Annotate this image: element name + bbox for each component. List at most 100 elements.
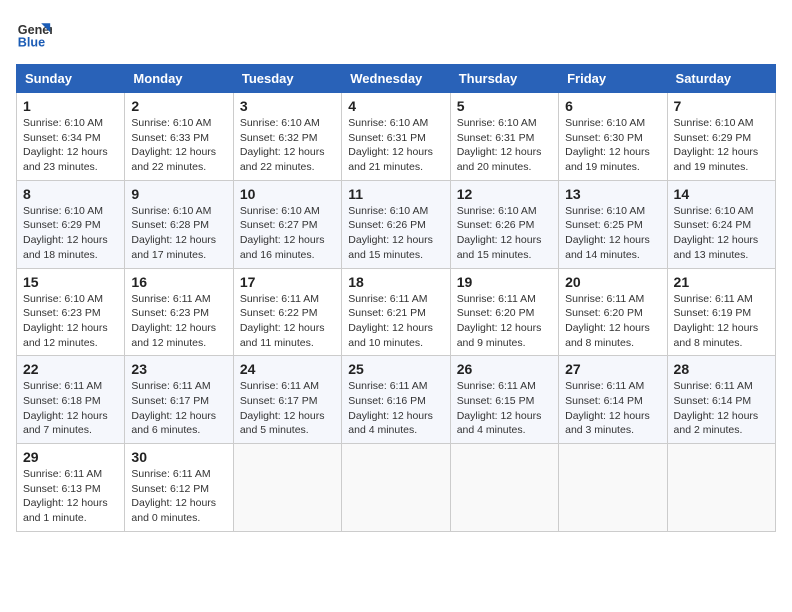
day-number: 24 xyxy=(240,361,335,377)
daylight-label: Daylight: 12 hours and 8 minutes. xyxy=(674,322,759,349)
calendar-cell: 3 Sunrise: 6:10 AM Sunset: 6:32 PM Dayli… xyxy=(233,93,341,181)
daylight-label: Daylight: 12 hours and 18 minutes. xyxy=(23,234,108,261)
sunrise-label: Sunrise: 6:11 AM xyxy=(674,293,753,305)
calendar-cell: 1 Sunrise: 6:10 AM Sunset: 6:34 PM Dayli… xyxy=(17,93,125,181)
sunset-label: Sunset: 6:33 PM xyxy=(131,132,209,144)
sunrise-label: Sunrise: 6:10 AM xyxy=(23,117,103,129)
calendar-cell: 28 Sunrise: 6:11 AM Sunset: 6:14 PM Dayl… xyxy=(667,356,775,444)
calendar-week-row: 22 Sunrise: 6:11 AM Sunset: 6:18 PM Dayl… xyxy=(17,356,776,444)
day-number: 5 xyxy=(457,98,552,114)
day-info: Sunrise: 6:11 AM Sunset: 6:14 PM Dayligh… xyxy=(565,379,660,438)
day-info: Sunrise: 6:11 AM Sunset: 6:12 PM Dayligh… xyxy=(131,467,226,526)
day-info: Sunrise: 6:11 AM Sunset: 6:15 PM Dayligh… xyxy=(457,379,552,438)
calendar-cell: 18 Sunrise: 6:11 AM Sunset: 6:21 PM Dayl… xyxy=(342,268,450,356)
day-number: 18 xyxy=(348,274,443,290)
day-number: 22 xyxy=(23,361,118,377)
calendar-cell xyxy=(559,444,667,532)
sunrise-label: Sunrise: 6:11 AM xyxy=(131,380,210,392)
calendar-table: SundayMondayTuesdayWednesdayThursdayFrid… xyxy=(16,64,776,532)
daylight-label: Daylight: 12 hours and 19 minutes. xyxy=(674,146,759,173)
daylight-label: Daylight: 12 hours and 2 minutes. xyxy=(674,410,759,437)
calendar-cell: 4 Sunrise: 6:10 AM Sunset: 6:31 PM Dayli… xyxy=(342,93,450,181)
sunset-label: Sunset: 6:14 PM xyxy=(565,395,643,407)
sunset-label: Sunset: 6:19 PM xyxy=(674,307,752,319)
day-number: 17 xyxy=(240,274,335,290)
sunrise-label: Sunrise: 6:10 AM xyxy=(240,205,320,217)
day-info: Sunrise: 6:10 AM Sunset: 6:29 PM Dayligh… xyxy=(23,204,118,263)
day-info: Sunrise: 6:10 AM Sunset: 6:33 PM Dayligh… xyxy=(131,116,226,175)
sunrise-label: Sunrise: 6:10 AM xyxy=(131,117,211,129)
day-number: 9 xyxy=(131,186,226,202)
sunset-label: Sunset: 6:22 PM xyxy=(240,307,318,319)
daylight-label: Daylight: 12 hours and 16 minutes. xyxy=(240,234,325,261)
sunset-label: Sunset: 6:31 PM xyxy=(348,132,426,144)
daylight-label: Daylight: 12 hours and 13 minutes. xyxy=(674,234,759,261)
weekday-header: Sunday xyxy=(17,65,125,93)
sunset-label: Sunset: 6:20 PM xyxy=(565,307,643,319)
day-info: Sunrise: 6:11 AM Sunset: 6:21 PM Dayligh… xyxy=(348,292,443,351)
daylight-label: Daylight: 12 hours and 19 minutes. xyxy=(565,146,650,173)
day-info: Sunrise: 6:10 AM Sunset: 6:27 PM Dayligh… xyxy=(240,204,335,263)
sunset-label: Sunset: 6:32 PM xyxy=(240,132,318,144)
sunrise-label: Sunrise: 6:10 AM xyxy=(240,117,320,129)
sunrise-label: Sunrise: 6:11 AM xyxy=(131,293,210,305)
day-number: 3 xyxy=(240,98,335,114)
calendar-cell: 27 Sunrise: 6:11 AM Sunset: 6:14 PM Dayl… xyxy=(559,356,667,444)
sunset-label: Sunset: 6:14 PM xyxy=(674,395,752,407)
sunset-label: Sunset: 6:29 PM xyxy=(674,132,752,144)
calendar-cell: 23 Sunrise: 6:11 AM Sunset: 6:17 PM Dayl… xyxy=(125,356,233,444)
calendar-cell: 21 Sunrise: 6:11 AM Sunset: 6:19 PM Dayl… xyxy=(667,268,775,356)
daylight-label: Daylight: 12 hours and 12 minutes. xyxy=(23,322,108,349)
day-info: Sunrise: 6:11 AM Sunset: 6:19 PM Dayligh… xyxy=(674,292,769,351)
sunrise-label: Sunrise: 6:11 AM xyxy=(23,468,102,480)
daylight-label: Daylight: 12 hours and 23 minutes. xyxy=(23,146,108,173)
sunrise-label: Sunrise: 6:11 AM xyxy=(348,293,427,305)
daylight-label: Daylight: 12 hours and 11 minutes. xyxy=(240,322,325,349)
calendar-cell: 15 Sunrise: 6:10 AM Sunset: 6:23 PM Dayl… xyxy=(17,268,125,356)
sunrise-label: Sunrise: 6:10 AM xyxy=(23,293,103,305)
daylight-label: Daylight: 12 hours and 17 minutes. xyxy=(131,234,216,261)
logo-icon: General Blue xyxy=(16,16,52,52)
sunset-label: Sunset: 6:26 PM xyxy=(457,219,535,231)
daylight-label: Daylight: 12 hours and 4 minutes. xyxy=(348,410,433,437)
day-number: 25 xyxy=(348,361,443,377)
calendar-week-row: 8 Sunrise: 6:10 AM Sunset: 6:29 PM Dayli… xyxy=(17,180,776,268)
day-info: Sunrise: 6:10 AM Sunset: 6:32 PM Dayligh… xyxy=(240,116,335,175)
day-info: Sunrise: 6:10 AM Sunset: 6:24 PM Dayligh… xyxy=(674,204,769,263)
calendar-cell: 10 Sunrise: 6:10 AM Sunset: 6:27 PM Dayl… xyxy=(233,180,341,268)
calendar-cell: 26 Sunrise: 6:11 AM Sunset: 6:15 PM Dayl… xyxy=(450,356,558,444)
sunset-label: Sunset: 6:12 PM xyxy=(131,483,209,495)
day-number: 28 xyxy=(674,361,769,377)
day-number: 23 xyxy=(131,361,226,377)
calendar-cell: 14 Sunrise: 6:10 AM Sunset: 6:24 PM Dayl… xyxy=(667,180,775,268)
day-info: Sunrise: 6:10 AM Sunset: 6:25 PM Dayligh… xyxy=(565,204,660,263)
day-number: 30 xyxy=(131,449,226,465)
day-number: 14 xyxy=(674,186,769,202)
daylight-label: Daylight: 12 hours and 12 minutes. xyxy=(131,322,216,349)
calendar-cell: 20 Sunrise: 6:11 AM Sunset: 6:20 PM Dayl… xyxy=(559,268,667,356)
sunset-label: Sunset: 6:15 PM xyxy=(457,395,535,407)
sunset-label: Sunset: 6:17 PM xyxy=(131,395,209,407)
day-info: Sunrise: 6:10 AM Sunset: 6:31 PM Dayligh… xyxy=(348,116,443,175)
calendar-week-row: 1 Sunrise: 6:10 AM Sunset: 6:34 PM Dayli… xyxy=(17,93,776,181)
weekday-header: Friday xyxy=(559,65,667,93)
day-number: 21 xyxy=(674,274,769,290)
sunset-label: Sunset: 6:23 PM xyxy=(23,307,101,319)
sunset-label: Sunset: 6:25 PM xyxy=(565,219,643,231)
svg-text:Blue: Blue xyxy=(18,36,45,50)
sunrise-label: Sunrise: 6:11 AM xyxy=(565,380,644,392)
calendar-cell: 19 Sunrise: 6:11 AM Sunset: 6:20 PM Dayl… xyxy=(450,268,558,356)
day-info: Sunrise: 6:10 AM Sunset: 6:28 PM Dayligh… xyxy=(131,204,226,263)
sunrise-label: Sunrise: 6:10 AM xyxy=(565,117,645,129)
sunrise-label: Sunrise: 6:11 AM xyxy=(131,468,210,480)
calendar-cell: 5 Sunrise: 6:10 AM Sunset: 6:31 PM Dayli… xyxy=(450,93,558,181)
day-number: 15 xyxy=(23,274,118,290)
calendar-cell: 16 Sunrise: 6:11 AM Sunset: 6:23 PM Dayl… xyxy=(125,268,233,356)
daylight-label: Daylight: 12 hours and 4 minutes. xyxy=(457,410,542,437)
sunrise-label: Sunrise: 6:10 AM xyxy=(131,205,211,217)
weekday-header: Saturday xyxy=(667,65,775,93)
sunset-label: Sunset: 6:16 PM xyxy=(348,395,426,407)
calendar-cell: 7 Sunrise: 6:10 AM Sunset: 6:29 PM Dayli… xyxy=(667,93,775,181)
calendar-cell: 9 Sunrise: 6:10 AM Sunset: 6:28 PM Dayli… xyxy=(125,180,233,268)
day-info: Sunrise: 6:11 AM Sunset: 6:22 PM Dayligh… xyxy=(240,292,335,351)
